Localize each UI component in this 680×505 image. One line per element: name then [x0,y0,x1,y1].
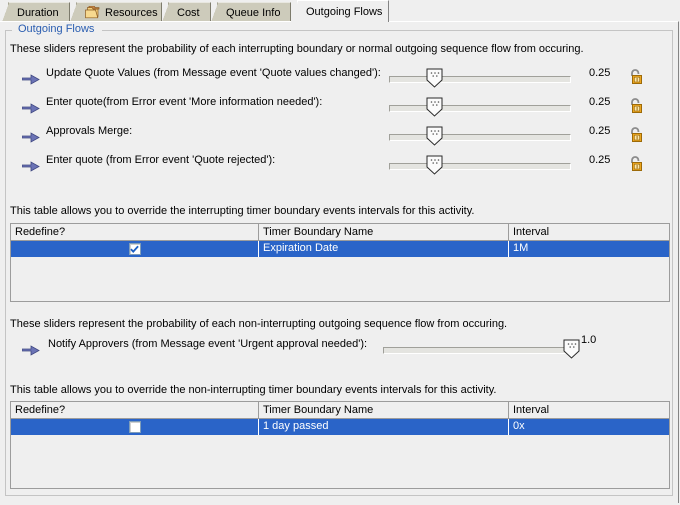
sequence-flow-arrow-icon [21,103,40,114]
non-interrupting-timer-table[interactable]: Redefine? Timer Boundary Name Interval 1… [10,401,670,489]
cell-redefine[interactable] [11,241,259,257]
folder-icon [85,5,100,19]
tab-cost-label: Cost [177,6,200,19]
probability-slider[interactable] [389,154,571,175]
slider-row-enter-quote-rejected: Enter quote (from Error event 'Quote rej… [6,154,672,180]
slider-thumb[interactable] [426,68,443,88]
slider-row-enter-quote-more-information: Enter quote(from Error event 'More infor… [6,96,672,122]
tab-strip: Duration Resources Cost Queue Info Outgo… [0,0,680,22]
table-header-row: Redefine? Timer Boundary Name Interval [11,224,669,241]
column-header-timer-boundary-name[interactable]: Timer Boundary Name [259,402,509,418]
slider-thumb[interactable] [426,155,443,175]
tab-outgoing-flows[interactable]: Outgoing Flows [291,0,389,22]
slider-label: Update Quote Values (from Message event … [46,67,381,79]
tab-queue-info[interactable]: Queue Info [211,2,291,22]
sequence-flow-arrow-icon [21,161,40,172]
slider-row-update-quote-values: Update Quote Values (from Message event … [6,67,672,93]
slider-thumb[interactable] [426,126,443,146]
sequence-flow-arrow-icon [21,345,40,356]
slider-label: Approvals Merge: [46,125,133,137]
cell-interval[interactable]: 1M [509,241,669,257]
tab-duration[interactable]: Duration [2,2,70,22]
slider-value: 0.25 [589,96,611,108]
unlocked-padlock-icon[interactable] [628,68,645,85]
interrupting-timer-table[interactable]: Redefine? Timer Boundary Name Interval E… [10,223,670,302]
slider-value: 0.25 [589,125,611,137]
slider-row-notify-approvers: Notify Approvers (from Message event 'Ur… [6,334,672,364]
slider-thumb[interactable] [426,97,443,117]
slider-value: 0.25 [589,154,611,166]
redefine-checkbox[interactable] [128,243,141,255]
column-header-interval[interactable]: Interval [509,224,669,240]
column-header-timer-boundary-name[interactable]: Timer Boundary Name [259,224,509,240]
unlocked-padlock-icon[interactable] [628,155,645,172]
outgoing-flows-groupbox: Outgoing Flows These sliders represent t… [5,22,673,496]
slider-track[interactable] [383,347,571,354]
slider-value: 0.25 [589,67,611,79]
table-row[interactable]: 1 day passed 0x [11,419,669,435]
sequence-flow-arrow-icon [21,132,40,143]
table-row[interactable]: Expiration Date 1M [11,241,669,257]
slider-track[interactable] [389,105,571,112]
probability-slider[interactable] [389,125,571,146]
non-interrupting-table-description: This table allows you to override the no… [10,384,497,396]
tab-cost[interactable]: Cost [162,2,211,22]
table-header-row: Redefine? Timer Boundary Name Interval [11,402,669,419]
non-interrupting-sliders-description: These sliders represent the probability … [10,318,508,330]
cell-timer-boundary-name[interactable]: Expiration Date [259,241,509,257]
slider-row-approvals-merge: Approvals Merge: 0.25 [6,125,672,151]
cell-interval[interactable]: 0x [509,419,669,435]
unlocked-padlock-icon[interactable] [628,97,645,114]
interrupting-table-description: This table allows you to override the in… [10,205,475,217]
column-header-redefine[interactable]: Redefine? [11,224,259,240]
slider-value: 1.0 [581,334,597,346]
tab-outgoing-flows-label: Outgoing Flows [306,5,383,18]
column-header-interval[interactable]: Interval [509,402,669,418]
cell-timer-boundary-name[interactable]: 1 day passed [259,419,509,435]
cell-redefine[interactable] [11,419,259,435]
probability-slider[interactable] [389,96,571,117]
groupbox-title: Outgoing Flows [15,22,98,36]
slider-track[interactable] [389,76,571,83]
unlocked-padlock-icon[interactable] [628,126,645,143]
probability-slider[interactable] [383,338,580,359]
slider-track[interactable] [389,163,571,170]
outgoing-flows-panel: Outgoing Flows These sliders represent t… [0,21,679,503]
tab-duration-label: Duration [17,6,59,19]
interrupting-sliders-description: These sliders represent the probability … [10,43,584,55]
slider-track[interactable] [389,134,571,141]
checkmark-icon [130,245,139,253]
column-header-redefine[interactable]: Redefine? [11,402,259,418]
slider-label: Enter quote(from Error event 'More infor… [46,96,323,108]
slider-thumb[interactable] [563,339,580,359]
probability-slider[interactable] [389,67,571,88]
slider-label: Enter quote (from Error event 'Quote rej… [46,154,276,166]
tab-queue-info-label: Queue Info [226,6,281,19]
slider-label: Notify Approvers (from Message event 'Ur… [48,338,368,350]
sequence-flow-arrow-icon [21,74,40,85]
tab-resources[interactable]: Resources [70,2,162,22]
tab-resources-label: Resources [105,6,158,19]
redefine-checkbox[interactable] [128,421,141,433]
